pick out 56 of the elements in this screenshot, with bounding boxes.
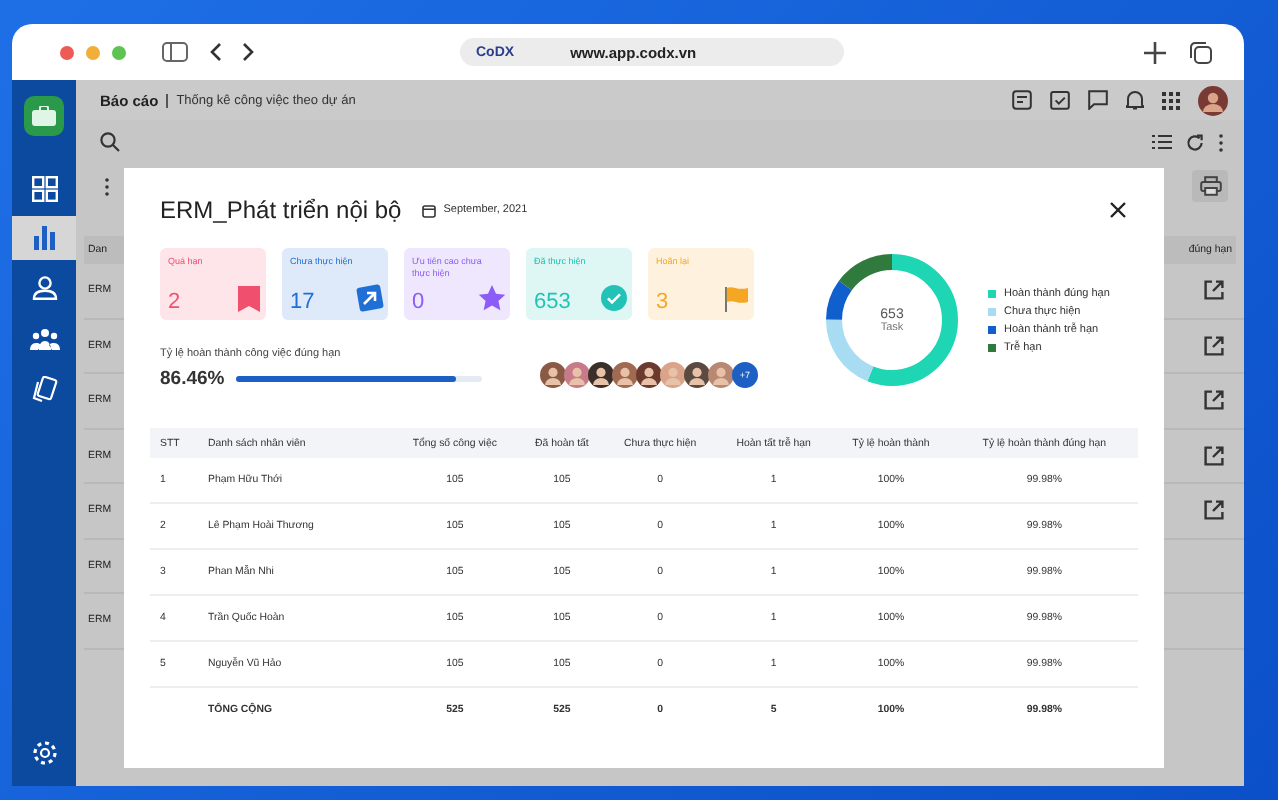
stat-value: 17 (290, 290, 315, 314)
dialog-title: ERM_Phát triển nội bộ (160, 196, 402, 224)
donut-chart-drawing (820, 248, 964, 392)
minimize-dot[interactable] (86, 45, 100, 59)
edit-icon[interactable] (1204, 335, 1224, 356)
avatar (612, 362, 638, 388)
bell-icon[interactable] (1126, 90, 1144, 110)
arrow-icon (356, 284, 384, 312)
avatar (588, 362, 614, 388)
edit-icon[interactable] (1204, 500, 1224, 521)
edit-icon[interactable] (1204, 445, 1224, 466)
print-button[interactable] (1192, 170, 1228, 202)
edit-icon[interactable] (1204, 280, 1224, 301)
forward-icon[interactable] (242, 42, 256, 62)
notes-icon[interactable] (1012, 90, 1032, 110)
avatar (684, 362, 710, 388)
apps-icon[interactable] (1162, 91, 1180, 109)
stat-value: 2 (168, 290, 181, 314)
maximize-dot[interactable] (112, 45, 126, 59)
star-icon (478, 284, 506, 312)
close-dot[interactable] (60, 45, 74, 59)
close-icon[interactable] (1110, 202, 1126, 218)
avatar (636, 362, 662, 388)
avatar (564, 362, 590, 388)
tabs-icon[interactable] (1190, 41, 1212, 63)
sidebar-item[interactable] (12, 216, 76, 260)
team-icon (29, 327, 59, 349)
user-avatar[interactable] (1198, 85, 1228, 115)
avatar (540, 362, 566, 388)
check-circle-icon (600, 284, 628, 312)
person-icon (31, 276, 57, 300)
bookmark-icon (236, 284, 262, 312)
avatar (660, 362, 686, 388)
task-check-icon[interactable] (1050, 90, 1070, 110)
chat-icon[interactable] (1088, 90, 1108, 110)
calendar-icon (421, 203, 436, 217)
progress-value: 86.46% (160, 368, 225, 390)
sidebar-toggle-icon[interactable] (162, 42, 188, 62)
list-icon[interactable] (1152, 134, 1172, 150)
grid-icon (31, 175, 57, 201)
more-icon[interactable] (104, 177, 110, 195)
search-icon[interactable] (100, 132, 120, 152)
avatar (708, 362, 734, 388)
more-icon[interactable] (1218, 133, 1224, 151)
app-logo[interactable] (24, 96, 64, 136)
edit-icon[interactable] (1204, 390, 1224, 411)
settings-icon[interactable] (31, 740, 57, 766)
back-icon[interactable] (208, 42, 222, 62)
new-tab-icon[interactable] (1144, 41, 1166, 63)
bar-chart-icon (31, 226, 57, 250)
flag-icon (724, 286, 750, 312)
refresh-icon[interactable] (1186, 133, 1204, 151)
stat-value: 0 (412, 290, 425, 314)
cards-icon (31, 375, 57, 401)
stat-value: 3 (656, 290, 669, 314)
stat-value: 653 (534, 290, 571, 314)
